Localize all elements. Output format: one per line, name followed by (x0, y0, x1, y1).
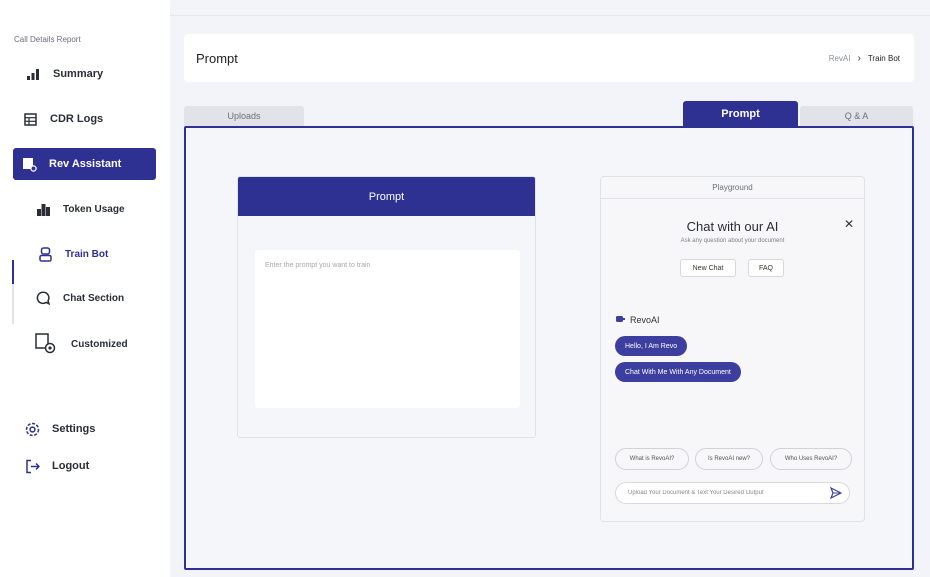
suggestion-chip[interactable]: What is RevoAI? (615, 448, 689, 470)
sidebar-item-train-bot[interactable]: Train Bot (37, 246, 108, 262)
sidebar-item-label: Train Bot (65, 248, 109, 260)
chat-input-box (615, 482, 850, 504)
breadcrumb: RevAI › Train Bot (829, 53, 900, 64)
prompt-card-title: Prompt (238, 177, 535, 216)
logout-icon (24, 458, 40, 474)
sidebar-item-label: CDR Logs (50, 113, 104, 125)
send-icon[interactable] (829, 486, 843, 500)
assistant-icon (21, 156, 37, 172)
sidebar-section-label: Call Details Report (14, 35, 81, 44)
chevron-right-icon: › (857, 52, 861, 64)
sidebar-item-customized[interactable]: Customized (35, 333, 128, 355)
sidebar-indicator (12, 260, 14, 284)
chat-subtitle: Ask any question about your document (680, 238, 785, 244)
prompt-card: Prompt (237, 176, 536, 438)
bar-chart-icon (25, 66, 41, 82)
sidebar-item-summary[interactable]: Summary (25, 66, 103, 82)
gear-icon (24, 421, 40, 437)
sidebar-item-logout[interactable]: Logout (24, 458, 89, 474)
suggestion-chip[interactable]: Is RevoAI new? (695, 448, 763, 470)
main-content: Prompt RevAI › Train Bot Uploads Prompt … (170, 0, 930, 577)
close-icon[interactable]: ✕ (844, 217, 854, 231)
robot-icon (37, 246, 53, 262)
sidebar-item-label: Logout (52, 460, 90, 472)
faq-button[interactable]: FAQ (748, 259, 784, 277)
breadcrumb-root[interactable]: RevAI (829, 54, 851, 63)
page-header: Prompt RevAI › Train Bot (184, 34, 914, 82)
tab-uploads[interactable]: Uploads (184, 106, 304, 126)
page-title: Prompt (196, 50, 238, 66)
sidebar-item-label: Summary (53, 68, 104, 80)
bot-icon (615, 314, 626, 326)
sidebar-item-chat-section[interactable]: Chat Section (35, 290, 124, 306)
sidebar-item-label: Token Usage (63, 203, 125, 215)
breadcrumb-current: Train Bot (867, 53, 900, 63)
chat-icon (35, 290, 51, 306)
playground-title: Playground (601, 177, 864, 199)
suggestion-chip[interactable]: Who Uses RevoAI? (770, 448, 852, 470)
sidebar-item-token-usage[interactable]: Token Usage (35, 201, 125, 217)
chat-title: Chat with our AI (686, 219, 779, 234)
chat-input[interactable] (628, 490, 829, 496)
sidebar: Call Details Report Summary CDR Logs Rev… (0, 0, 170, 577)
tab-qa[interactable]: Q & A (800, 106, 913, 126)
bot-message: Hello, I Am Revo (615, 336, 688, 356)
top-bar (170, 0, 930, 16)
prompt-input[interactable] (255, 250, 520, 408)
bot-name: RevoAI (630, 315, 660, 325)
sidebar-item-settings[interactable]: Settings (24, 421, 95, 437)
playground-panel: Playground Chat with our AI Ask any ques… (600, 176, 865, 522)
customize-icon (35, 333, 57, 355)
tab-prompt[interactable]: Prompt (683, 101, 798, 127)
new-chat-button[interactable]: New Chat (680, 259, 736, 277)
table-icon (22, 111, 38, 127)
bot-label: RevoAI (615, 314, 660, 326)
bars-icon (35, 201, 51, 217)
bot-message: Chat With Me With Any Document (615, 362, 741, 382)
sidebar-item-label: Chat Section (63, 292, 125, 304)
sidebar-item-label: Settings (52, 423, 96, 435)
sidebar-item-label: Rev Assistant (49, 158, 122, 170)
tab-panel: Prompt Playground Chat with our AI Ask a… (184, 126, 914, 570)
sidebar-item-rev-assistant[interactable]: Rev Assistant (13, 148, 156, 180)
sidebar-item-cdr-logs[interactable]: CDR Logs (22, 111, 103, 127)
sidebar-item-label: Customized (71, 338, 128, 350)
